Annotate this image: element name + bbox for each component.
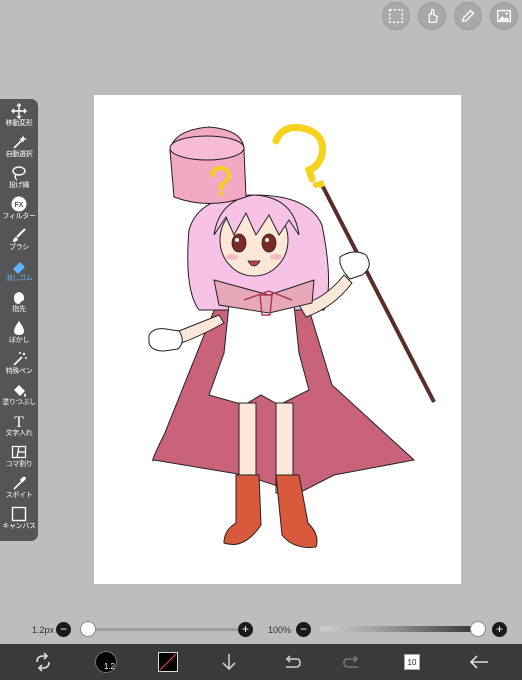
back-button[interactable]: [466, 650, 492, 674]
pen-button[interactable]: [454, 2, 482, 30]
blur-drop-icon: [14, 321, 24, 335]
canvas-icon: [11, 506, 27, 522]
tool-label: 消しゴム: [5, 275, 33, 282]
brush-size-decrease-button[interactable]: −: [56, 622, 71, 637]
special-pen-icon: [13, 352, 27, 366]
opacity-increase-button[interactable]: +: [492, 622, 507, 637]
tool-label: 指先: [12, 306, 26, 313]
tool-fx[interactable]: FX フィルター: [0, 196, 38, 227]
gesture-button[interactable]: [418, 2, 446, 30]
move-arrows-icon: [11, 103, 27, 119]
opacity-label: 100%: [268, 625, 292, 635]
opacity-decrease-button[interactable]: −: [296, 622, 311, 637]
finger-smudge-icon: [14, 292, 24, 304]
brush-icon: [13, 228, 26, 242]
tool-magic-wand[interactable]: 自動選択: [0, 134, 38, 165]
tool-label: スポイト: [5, 492, 33, 499]
tool-eraser[interactable]: 消しゴム: [0, 258, 38, 289]
brush-size-slider-thumb[interactable]: [80, 621, 96, 637]
left-glove: [148, 328, 183, 352]
slider-row: 1.2px − + 100% − +: [0, 620, 522, 642]
tool-text[interactable]: T 文字入れ: [0, 413, 38, 444]
text-icon: T: [14, 414, 24, 429]
layers-button[interactable]: 10: [404, 654, 420, 670]
frame-divider-icon: [11, 445, 27, 459]
lasso-icon: [12, 166, 26, 181]
opacity-slider-thumb[interactable]: [470, 621, 486, 637]
gesture-hand-icon: [428, 8, 438, 23]
download-arrow-icon: [222, 654, 236, 671]
selection-icon: [388, 8, 404, 24]
tool-lasso[interactable]: 投げ縄: [0, 165, 38, 196]
brush-size-label: 1.2px: [32, 625, 55, 635]
bottom-toolbar: 1.2 10: [0, 644, 522, 680]
drawing-canvas[interactable]: [94, 95, 461, 584]
svg-text:T: T: [14, 414, 24, 429]
transform-button[interactable]: [30, 650, 56, 674]
tool-label: 移動変形: [5, 120, 33, 127]
tool-eyedropper[interactable]: スポイト: [0, 475, 38, 506]
tool-label: キャンバス: [2, 523, 36, 530]
image-gallery-icon: [497, 9, 511, 23]
undo-icon: [285, 655, 301, 668]
tool-palette: 移動変形自動選択投げ縄 FX フィルターブラシ消しゴム指先ぼかし特殊ペン塗りつぶし T…: [0, 99, 38, 541]
brush-size-slider-track[interactable]: [80, 628, 238, 631]
tool-label: 投げ縄: [8, 182, 30, 189]
gallery-button[interactable]: [490, 2, 518, 30]
eyedropper-icon: [13, 476, 26, 490]
redo-button[interactable]: [340, 650, 366, 674]
tool-label: 特殊ペン: [5, 368, 33, 375]
fx-icon: FX: [11, 196, 27, 212]
tool-move-arrows[interactable]: 移動変形: [0, 103, 38, 134]
redo-icon: [343, 655, 359, 668]
tool-label: ブラシ: [9, 244, 29, 251]
tool-label: 塗りつぶし: [2, 399, 36, 406]
magic-wand-icon: [13, 135, 27, 149]
tool-blur-drop[interactable]: ぼかし: [0, 320, 38, 351]
download-button[interactable]: [216, 650, 242, 674]
character-illustration: [148, 124, 436, 548]
undo-button[interactable]: [278, 650, 304, 674]
tool-special-pen[interactable]: 特殊ペン: [0, 351, 38, 382]
transform-rotate-icon: [36, 652, 50, 672]
tool-brush[interactable]: ブラシ: [0, 227, 38, 258]
staff-question-mark: [272, 124, 327, 183]
color-swatch-slash: [159, 653, 177, 671]
left-boot: [223, 474, 262, 545]
tool-frame-divider[interactable]: コマ割り: [0, 444, 38, 475]
brush-size-increase-button[interactable]: +: [238, 622, 253, 637]
tool-paint-bucket[interactable]: 塗りつぶし: [0, 382, 38, 413]
pen-edit-icon: [461, 9, 475, 23]
back-arrow-icon: [469, 655, 488, 669]
selection-button[interactable]: [382, 2, 410, 30]
tool-label: ぼかし: [8, 337, 30, 344]
opacity-slider-track[interactable]: [320, 626, 486, 632]
tool-finger-smudge[interactable]: 指先: [0, 289, 38, 320]
brush-size-indicator[interactable]: 1.2: [95, 651, 117, 673]
svg-text:FX: FX: [15, 202, 24, 209]
color-swatch[interactable]: [158, 652, 178, 672]
eraser-icon: [13, 262, 25, 274]
tool-label: フィルター: [2, 213, 36, 220]
paint-bucket-icon: [14, 385, 26, 397]
tool-label: 文字入れ: [5, 430, 33, 437]
tool-canvas[interactable]: キャンバス: [0, 506, 38, 537]
tool-label: コマ割り: [5, 461, 33, 468]
tool-label: 自動選択: [5, 151, 33, 158]
